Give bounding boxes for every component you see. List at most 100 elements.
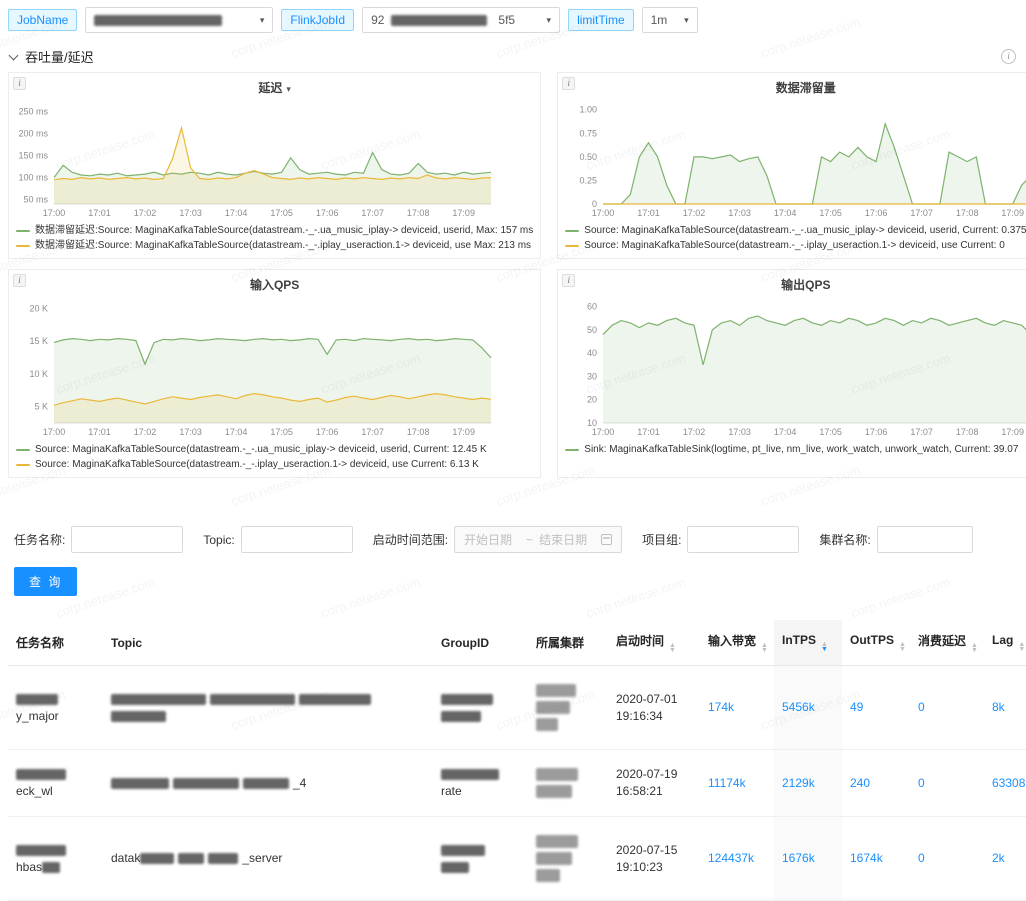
sort-icons: ▲ ▼ xyxy=(899,641,906,653)
task-name-input[interactable] xyxy=(71,526,184,553)
svg-text:17:04: 17:04 xyxy=(774,427,797,437)
section-throughput-latency[interactable]: 吞吐量/延迟 i xyxy=(0,39,1026,72)
cell-lag[interactable]: 8k xyxy=(984,665,1026,750)
cell-groupid xyxy=(433,816,528,901)
legend-item[interactable]: 数据滞留延迟:Source: MaginaKafkaTableSource(da… xyxy=(16,223,533,238)
redacted-text xyxy=(140,853,175,865)
topic-input[interactable] xyxy=(240,526,353,553)
redacted-text xyxy=(208,853,239,865)
svg-text:17:08: 17:08 xyxy=(956,427,979,437)
flink-monitor-page: JobName ▾ FlinkJobId 92 5f5 ▾ limitTime … xyxy=(0,0,1026,901)
svg-text:20 K: 20 K xyxy=(29,304,48,314)
cell-topic: _4 xyxy=(103,749,433,817)
svg-text:10 K: 10 K xyxy=(29,369,48,379)
sort-icons: ▲ ▼ xyxy=(1018,641,1026,653)
legend-item[interactable]: Sink: MaginaKafkaTableSink(logtime, pt_l… xyxy=(565,442,1026,457)
svg-text:17:09: 17:09 xyxy=(1002,427,1025,437)
svg-text:17:09: 17:09 xyxy=(452,427,475,437)
latency-chart[interactable]: 50 ms 100 ms 150 ms 200 ms 250 ms 17:00 17:01 1… xyxy=(14,98,535,221)
cell-bandwidth[interactable]: 174k xyxy=(700,665,774,750)
chart-panel-retention: i 数据滞留量 0 0.25 0.50 0.75 1.00 17:00 17:01 17:02… xyxy=(557,72,1026,259)
task-name-label: 任务名称: xyxy=(14,533,66,547)
legend-item[interactable]: Source: MaginaKafkaTableSource(datastrea… xyxy=(16,457,533,472)
cell-outtps[interactable]: 49 xyxy=(842,665,910,750)
col-header-outtps[interactable]: OutTPS ▲ ▼ xyxy=(842,620,910,666)
cell-delay[interactable]: 0 xyxy=(910,665,984,750)
input-qps-chart[interactable]: 5 K 10 K 15 K 20 K 17:00 17:01 17:02 17:03 17:04… xyxy=(14,295,535,440)
project-group-input[interactable] xyxy=(687,526,800,553)
chart-legend: Source: MaginaKafkaTableSource(datastrea… xyxy=(563,221,1026,254)
svg-text:200 ms: 200 ms xyxy=(18,129,48,139)
table-row: eck_wl _4 rate 2020-07-19 16:58:21 11174k 2129… xyxy=(8,749,1026,817)
col-header-bandwidth[interactable]: 输入带宽 ▲ ▼ xyxy=(700,620,774,666)
svg-text:17:01: 17:01 xyxy=(88,208,111,218)
redacted-text xyxy=(210,693,295,705)
cell-outtps[interactable]: 1674k xyxy=(842,816,910,901)
calendar-icon xyxy=(601,534,613,545)
legend-color-line xyxy=(565,244,580,247)
info-icon[interactable]: i xyxy=(13,274,26,287)
legend-item[interactable]: Source: MaginaKafkaTableSource(datastrea… xyxy=(565,238,1026,253)
section-info-icon[interactable]: i xyxy=(1001,49,1016,64)
redacted-text xyxy=(16,844,66,856)
svg-text:17:00: 17:00 xyxy=(43,208,66,218)
limittime-select[interactable]: 1m ▾ xyxy=(641,7,698,33)
chart-title: 输出QPS xyxy=(781,278,831,292)
range-separator: ~ xyxy=(526,532,534,547)
redacted-text xyxy=(178,853,205,865)
col-header-intps[interactable]: InTPS ▲ ▼ xyxy=(774,620,842,666)
query-button[interactable]: 查 询 xyxy=(14,567,78,596)
legend-item[interactable]: 数据滞留延迟:Source: MaginaKafkaTableSource(da… xyxy=(16,238,533,253)
svg-text:50 ms: 50 ms xyxy=(23,195,48,205)
cell-lag[interactable]: 2k xyxy=(984,816,1026,901)
start-date-input[interactable] xyxy=(464,528,521,551)
chart-title[interactable]: 延迟 ▾ xyxy=(14,76,535,98)
svg-text:17:05: 17:05 xyxy=(270,427,293,437)
svg-text:17:06: 17:06 xyxy=(316,208,339,218)
legend-color-line xyxy=(16,463,30,466)
chart-legend: Source: MaginaKafkaTableSource(datastrea… xyxy=(14,440,535,473)
svg-text:17:02: 17:02 xyxy=(683,427,706,437)
redacted-text xyxy=(16,693,58,705)
jobname-select[interactable]: ▾ xyxy=(85,7,274,33)
cell-intps[interactable]: 2129k xyxy=(774,749,842,817)
info-icon[interactable]: i xyxy=(13,77,26,90)
cell-lag[interactable]: 63308k xyxy=(984,749,1026,817)
cell-bandwidth[interactable]: 11174k xyxy=(700,749,774,817)
limittime-value: 1m xyxy=(650,13,668,27)
output-qps-chart[interactable]: 10 20 30 40 50 60 17:00 17:01 17:02 17:03 17:04 17:… xyxy=(563,295,1026,440)
cell-delay[interactable]: 0 xyxy=(910,749,984,817)
cell-cluster xyxy=(528,816,608,901)
sort-icons: ▲ ▼ xyxy=(761,642,768,654)
svg-text:17:05: 17:05 xyxy=(820,427,843,437)
cell-intps[interactable]: 5456k xyxy=(774,665,842,750)
svg-text:17:02: 17:02 xyxy=(134,208,157,218)
cell-outtps[interactable]: 240 xyxy=(842,749,910,817)
cluster-name-input[interactable] xyxy=(876,526,973,553)
legend-item[interactable]: Source: MaginaKafkaTableSource(datastrea… xyxy=(565,223,1026,238)
legend-text: Sink: MaginaKafkaTableSink(logtime, pt_l… xyxy=(584,444,1019,455)
flinkjobid-select[interactable]: 92 5f5 ▾ xyxy=(362,7,561,33)
cell-bandwidth[interactable]: 124437k xyxy=(700,816,774,901)
cell-intps[interactable]: 1676k xyxy=(774,816,842,901)
col-header-lag[interactable]: Lag ▲ ▼ xyxy=(984,620,1026,666)
time-range-label: 启动时间范围: xyxy=(372,533,449,547)
chevron-down-icon: ▾ xyxy=(546,14,552,25)
date-range-picker[interactable]: ~ xyxy=(454,526,623,553)
col-header-start[interactable]: 启动时间 ▲ ▼ xyxy=(608,620,700,666)
flinkjobid-suffix: 5f5 xyxy=(498,13,516,27)
info-icon[interactable]: i xyxy=(562,77,576,90)
retention-chart[interactable]: 0 0.25 0.50 0.75 1.00 17:00 17:01 17:02 17:03 17:… xyxy=(563,98,1026,221)
cell-delay[interactable]: 0 xyxy=(910,816,984,901)
end-date-input[interactable] xyxy=(539,528,596,551)
col-header-delay[interactable]: 消费延迟 ▲ ▼ xyxy=(910,620,984,666)
svg-text:17:07: 17:07 xyxy=(361,208,384,218)
sort-icons: ▲ ▼ xyxy=(821,641,828,653)
cluster-name-label: 集群名称: xyxy=(819,533,871,547)
chart-legend: 数据滞留延迟:Source: MaginaKafkaTableSource(da… xyxy=(14,221,535,254)
legend-item[interactable]: Source: MaginaKafkaTableSource(datastrea… xyxy=(16,442,533,457)
chart-panel-input-qps: i 输入QPS 5 K 10 K 15 K 20 K 17:00 17:01 17:02 17… xyxy=(8,269,542,478)
cell-topic: datak _server xyxy=(103,816,433,901)
info-icon[interactable]: i xyxy=(562,274,576,287)
cell-topic xyxy=(103,665,433,750)
